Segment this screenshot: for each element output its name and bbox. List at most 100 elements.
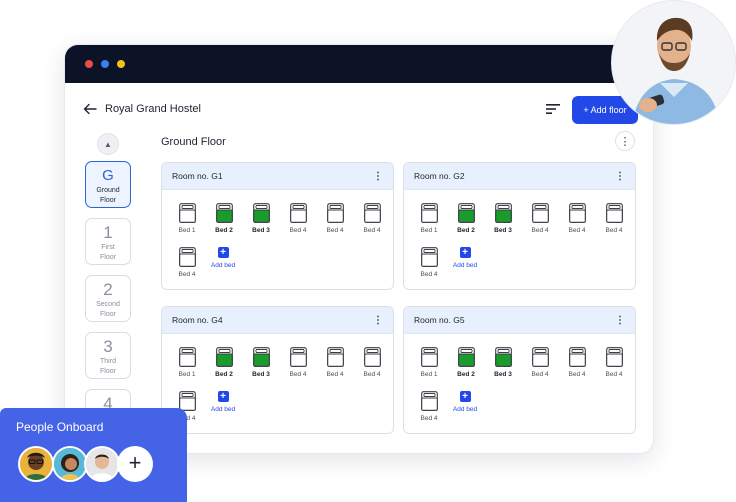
bed-icon [246,347,276,367]
floor-tab-ground[interactable]: G Ground Floor [85,161,131,208]
bed-occupied[interactable]: Bed 3 [488,203,518,234]
floor-key: 1 [103,223,113,242]
bed-occupied[interactable]: Bed 2 [451,347,481,378]
floor-key: 2 [103,280,113,299]
bed-vacant[interactable]: Bed 4 [320,203,350,234]
floor-label-line2: Floor [100,197,116,204]
bed-label: Bed 1 [420,371,438,378]
back-arrow-icon[interactable] [83,102,97,116]
bed-label: Bed 4 [568,371,586,378]
bed-vacant[interactable]: Bed 4 [283,203,313,234]
bed-icon [320,347,350,367]
room-more-icon[interactable]: ⋮ [373,315,383,326]
room-more-icon[interactable]: ⋮ [615,171,625,182]
bed-vacant[interactable]: Bed 4 [562,203,592,234]
bed-vacant[interactable]: Bed 4 [172,247,202,278]
window-titlebar [65,45,653,83]
bed-icon [525,347,555,367]
bed-label: Bed 2 [457,227,475,234]
people-onboard-card: People Onboard + [0,408,187,502]
bed-occupied[interactable]: Bed 2 [209,203,239,234]
room-name: Room no. G5 [414,315,465,325]
bed-vacant[interactable]: Bed 4 [414,247,444,278]
bed-label: Bed 4 [568,227,586,234]
floor-tab-second[interactable]: 2 Second Floor [85,275,131,322]
add-bed-button[interactable]: + Add bed [203,247,243,269]
bed-vacant[interactable]: Bed 4 [357,347,387,378]
room-name: Room no. G4 [172,315,223,325]
room-more-icon[interactable]: ⋮ [615,315,625,326]
bed-label: Bed 2 [457,371,475,378]
bed-vacant[interactable]: Bed 4 [283,347,313,378]
bed-icon [283,203,313,223]
bed-icon [246,203,276,223]
person-avatar[interactable] [84,446,120,482]
floor-tab-first[interactable]: 1 First Floor [85,218,131,265]
floor-tab-third[interactable]: 3 Third Floor [85,332,131,379]
bed-icon [172,247,202,267]
bed-vacant[interactable]: Bed 4 [357,203,387,234]
room-header: Room no. G2 ⋮ [404,163,635,190]
bed-icon [488,347,518,367]
person-avatar[interactable] [52,446,88,482]
bed-vacant[interactable]: Bed 4 [562,347,592,378]
bed-vacant[interactable]: Bed 4 [414,391,444,422]
bed-vacant[interactable]: Bed 4 [525,203,555,234]
bed-icon [172,203,202,223]
add-bed-button[interactable]: + Add bed [445,247,485,269]
bed-vacant[interactable]: Bed 4 [525,347,555,378]
floor-label-line1: Ground [96,187,120,194]
add-bed-button[interactable]: + Add bed [203,391,243,413]
floor-label-line1: Second [96,301,120,308]
bed-icon [451,347,481,367]
person-avatar[interactable] [18,446,54,482]
scroll-up-icon[interactable]: ▲ [97,133,119,155]
add-person-button[interactable]: + [117,446,153,482]
bed-icon [525,203,555,223]
plus-icon: + [217,391,229,402]
bed-icon [451,203,481,223]
add-bed-label: Add bed [210,262,236,269]
bed-vacant[interactable]: Bed 1 [414,347,444,378]
add-bed-label: Add bed [210,406,236,413]
bed-vacant[interactable]: Bed 1 [172,347,202,378]
bed-icon [599,347,629,367]
bed-label: Bed 4 [531,227,549,234]
bed-occupied[interactable]: Bed 3 [488,347,518,378]
bed-label: Bed 3 [252,371,270,378]
user-photo-avatar [611,0,736,125]
bed-vacant[interactable]: Bed 4 [320,347,350,378]
bed-vacant[interactable]: Bed 1 [172,203,202,234]
room-card: Room no. G5 ⋮ Bed 1 Bed 2 Bed 3 Bed 4 Be… [403,306,636,434]
room-name: Room no. G1 [172,171,223,181]
floor-more-icon[interactable]: ⋮ [615,131,635,151]
bed-icon [357,203,387,223]
bed-label: Bed 1 [178,371,196,378]
floor-key: 3 [103,337,113,356]
floor-label-line2: Floor [100,311,116,318]
close-window-dot[interactable] [85,60,93,68]
bed-label: Bed 2 [215,227,233,234]
maximize-window-dot[interactable] [117,60,125,68]
add-bed-button[interactable]: + Add bed [445,391,485,413]
bed-label: Bed 4 [178,271,196,278]
bed-icon [562,203,592,223]
bed-label: Bed 4 [531,371,549,378]
bed-occupied[interactable]: Bed 3 [246,203,276,234]
bed-label: Bed 4 [326,227,344,234]
bed-label: Bed 2 [215,371,233,378]
floor-label-line2: Floor [100,254,116,261]
sort-icon[interactable] [546,103,560,115]
bed-vacant[interactable]: Bed 4 [599,203,629,234]
bed-vacant[interactable]: Bed 4 [599,347,629,378]
plus-icon: + [217,247,229,258]
bed-occupied[interactable]: Bed 2 [451,203,481,234]
bed-icon [357,347,387,367]
bed-vacant[interactable]: Bed 1 [414,203,444,234]
bed-icon [209,203,239,223]
bed-occupied[interactable]: Bed 3 [246,347,276,378]
bed-occupied[interactable]: Bed 2 [209,347,239,378]
room-more-icon[interactable]: ⋮ [373,171,383,182]
minimize-window-dot[interactable] [101,60,109,68]
bed-label: Bed 4 [420,271,438,278]
